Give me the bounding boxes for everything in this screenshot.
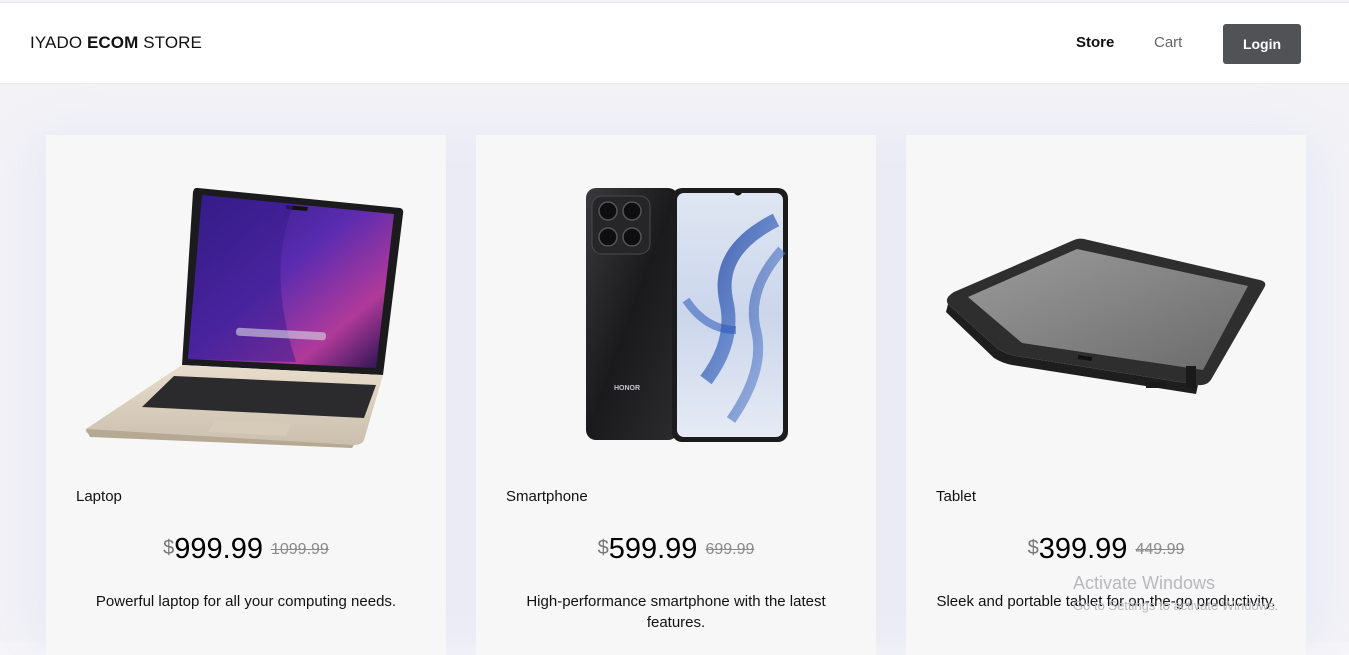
product-price: 399.99 bbox=[1038, 533, 1128, 565]
product-name: Tablet bbox=[936, 488, 977, 505]
product-price: 999.99 bbox=[174, 533, 263, 565]
product-old-price: 699.99 bbox=[705, 541, 755, 558]
product-price: 599.99 bbox=[608, 533, 698, 565]
product-card-laptop[interactable]: Laptop $999.99 1099.99 Powerful laptop fo… bbox=[46, 135, 446, 655]
product-description: Sleek and portable tablet for on-the-go … bbox=[936, 593, 1276, 610]
product-name: Smartphone bbox=[506, 488, 588, 505]
product-description: Powerful laptop for all your computing n… bbox=[95, 593, 397, 610]
honor-logo-text: HONOR bbox=[614, 385, 640, 392]
brand-suffix: STORE bbox=[143, 33, 202, 52]
price-row: $599.99 699.99 bbox=[476, 533, 876, 566]
top-navbar: IYADO ECOM STORE Store Cart Login bbox=[0, 2, 1349, 84]
login-button[interactable]: Login bbox=[1223, 24, 1301, 64]
price-row: $399.99 449.99 bbox=[906, 533, 1306, 566]
product-old-price: 449.99 bbox=[1135, 541, 1185, 558]
nav-link-store[interactable]: Store bbox=[1076, 34, 1114, 51]
price-row: $999.99 1099.99 bbox=[46, 533, 446, 566]
product-card-smartphone[interactable]: HONOR Smartphone $599.99 699.99 High-perf… bbox=[476, 135, 876, 655]
tablet-image bbox=[906, 180, 1306, 450]
product-name: Laptop bbox=[76, 488, 122, 505]
product-description: High-performance smartphone with the lat… bbox=[526, 593, 826, 631]
brand-logo[interactable]: IYADO ECOM STORE bbox=[30, 33, 202, 53]
currency-symbol: $ bbox=[163, 537, 175, 559]
currency-symbol: $ bbox=[1027, 537, 1039, 559]
smartphone-image: HONOR bbox=[476, 180, 876, 450]
laptop-image bbox=[46, 180, 446, 450]
product-old-price: 1099.99 bbox=[270, 541, 329, 558]
nav-link-cart[interactable]: Cart bbox=[1154, 34, 1182, 51]
product-card-tablet[interactable]: Tablet $399.99 449.99 Sleek and portable … bbox=[906, 135, 1306, 655]
brand-bold: ECOM bbox=[86, 33, 139, 52]
currency-symbol: $ bbox=[597, 537, 609, 559]
brand-prefix: IYADO bbox=[30, 33, 83, 52]
